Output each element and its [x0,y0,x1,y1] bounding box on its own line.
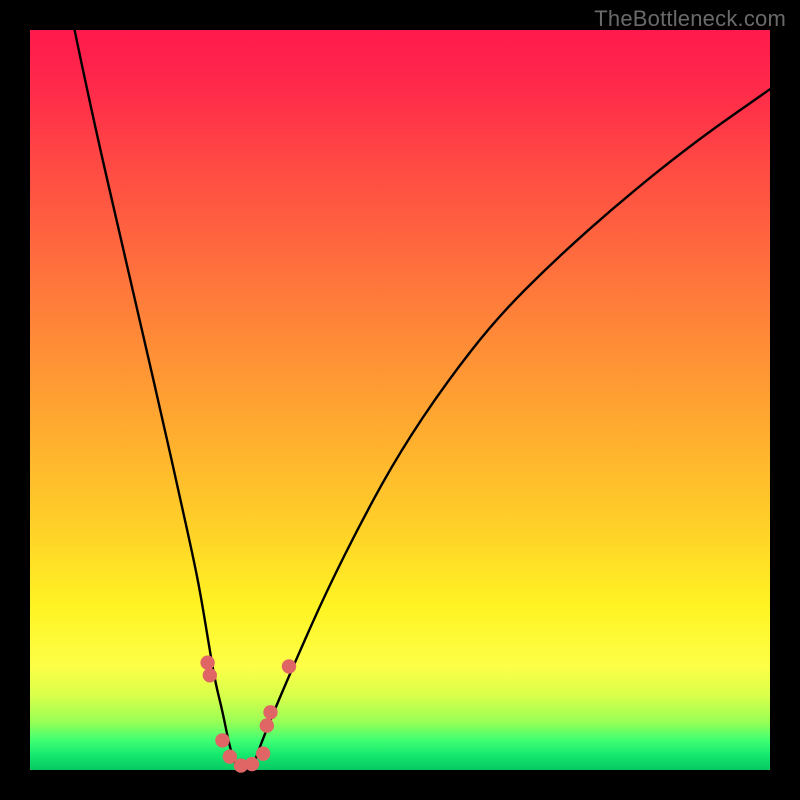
data-marker [245,757,259,771]
chart-plot-area [30,30,770,770]
data-marker [203,668,217,682]
data-marker [256,747,270,761]
chart-frame: TheBottleneck.com [0,0,800,800]
data-marker [200,656,214,670]
data-marker [215,733,229,747]
bottleneck-curve [30,0,770,770]
data-marker [282,659,296,673]
watermark-text: TheBottleneck.com [594,6,786,32]
chart-svg [30,30,770,770]
data-marker [260,718,274,732]
data-marker [263,705,277,719]
data-markers [200,656,296,773]
